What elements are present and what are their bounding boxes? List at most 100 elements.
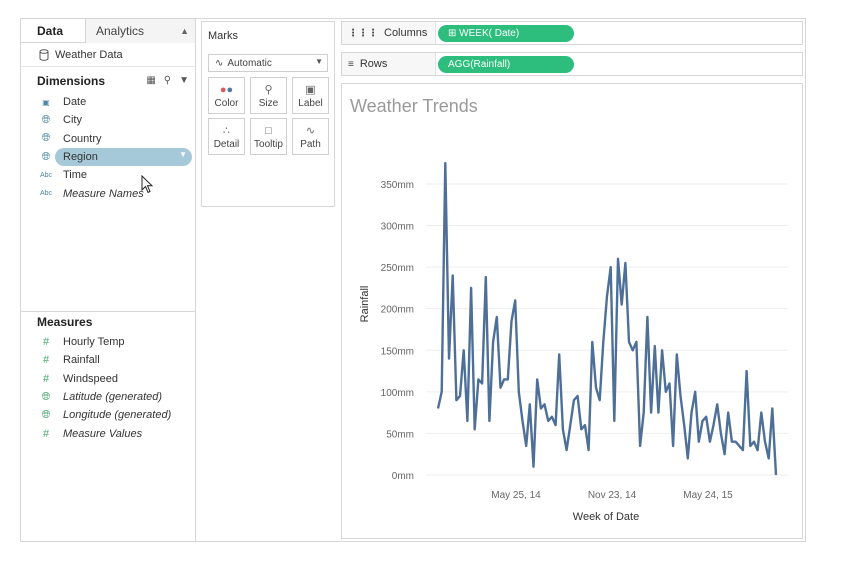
number-icon: # (42, 336, 50, 349)
rows-shelf-label: ≡ Rows (342, 53, 436, 75)
field-label: Time (63, 169, 88, 182)
x-tick-label: May 24, 15 (683, 490, 733, 501)
y-tick-label: 300mm (381, 222, 414, 233)
y-tick-label: 200mm (381, 305, 414, 316)
rows-shelf[interactable]: ≡ Rows AGG(Rainfall) (341, 52, 803, 76)
field-label: Region (63, 151, 98, 164)
columns-pill[interactable]: ⊞ WEEK( Date) (438, 25, 574, 42)
field-label: City (63, 114, 82, 127)
columns-pill-label: WEEK( Date) (459, 28, 520, 39)
dimension-field-date[interactable]: ▣ Date (21, 93, 195, 111)
field-label: Rainfall (63, 354, 100, 367)
detail-icon: ∴ (223, 125, 230, 137)
dimension-field-region[interactable]: 🌐︎ Region ▼ (21, 147, 195, 166)
color-dots-icon: ●● (219, 84, 234, 96)
chevron-down-icon: ▼ (315, 57, 323, 66)
dimensions-tools: ▦ ⚲ ▼ (146, 75, 189, 86)
field-label: Date (63, 96, 87, 109)
rows-pill[interactable]: AGG(Rainfall) (438, 56, 574, 73)
datasource-item[interactable]: Weather Data (21, 43, 195, 67)
x-axis-label: Week of Date (573, 511, 639, 523)
viz-area: Weather Trends 0mm 50mm 100mm 150mm 200mm 250… (341, 83, 803, 539)
dimension-field-time[interactable]: Abc Time (21, 166, 195, 184)
measures-list: # Hourly Temp # Rainfall # Windspeed 🌐︎ … (21, 333, 195, 443)
measure-field-windspeed[interactable]: # Windspeed (21, 370, 195, 388)
columns-label-text: Columns (384, 27, 428, 39)
globe-icon: 🌐︎ (41, 390, 51, 403)
mouse-pointer-icon (141, 175, 154, 194)
x-tick-label: Nov 23, 14 (588, 490, 637, 501)
field-label: Windspeed (63, 372, 119, 385)
number-icon: # (42, 354, 50, 367)
measure-field-latitude[interactable]: 🌐︎ Latitude (generated) (21, 388, 195, 406)
label-label: Label (298, 98, 323, 109)
field-label: Country (63, 132, 102, 145)
string-type-icon: Abc (39, 171, 53, 179)
y-tick-label: 100mm (381, 388, 414, 399)
tooltip-icon: □ (265, 125, 272, 137)
number-icon: # (42, 427, 50, 440)
globe-icon: 🌐︎ (41, 408, 51, 421)
y-tick-label: 150mm (381, 346, 414, 357)
color-label: Color (214, 98, 239, 109)
columns-icon: ⋮⋮⋮ (348, 28, 378, 39)
measure-field-longitude[interactable]: 🌐︎ Longitude (generated) (21, 406, 195, 424)
rows-label-text: Rows (359, 58, 388, 70)
chevron-down-icon[interactable]: ▼ (179, 150, 187, 159)
measure-field-hourly-temp[interactable]: # Hourly Temp (21, 333, 195, 351)
rainfall-series-line (436, 162, 778, 476)
mark-type-dropdown[interactable]: ∿ Automatic ▼ (208, 54, 328, 72)
search-icon[interactable]: ⚲ (164, 75, 171, 86)
data-pane: Data Analytics ▲ Weather Data Dimensions… (21, 19, 196, 541)
menu-caret-icon[interactable]: ▼ (179, 75, 189, 86)
number-icon: # (42, 372, 50, 385)
field-label: Measure Names (63, 187, 144, 200)
color-button[interactable]: ●● Color (208, 77, 245, 114)
y-tick-label: 350mm (381, 180, 414, 191)
label-icon: ▣ (305, 84, 316, 96)
dimensions-header: Dimensions ▦ ⚲ ▼ (21, 69, 195, 93)
database-icon (39, 48, 49, 61)
x-tick-label: May 25, 14 (491, 490, 541, 501)
string-type-icon: Abc (39, 190, 53, 198)
rows-pill-label: AGG(Rainfall) (448, 59, 511, 70)
dimensions-title: Dimensions (37, 74, 106, 88)
line-mark-icon: ∿ (215, 57, 224, 69)
path-button[interactable]: ∿ Path (292, 118, 329, 155)
pane-tabs: Data Analytics ▲ (21, 19, 195, 43)
tab-data[interactable]: Data (21, 19, 86, 43)
size-button[interactable]: ⚲ Size (250, 77, 287, 114)
pane-divider[interactable] (21, 311, 195, 312)
size-icon: ⚲ (264, 84, 273, 96)
marks-card: Marks ∿ Automatic ▼ ●● Color ⚲ Size ▣ La… (201, 21, 335, 207)
measure-field-measure-values[interactable]: # Measure Values (21, 424, 195, 442)
dimension-field-country[interactable]: 🌐︎ Country (21, 130, 195, 148)
field-label: Longitude (generated) (63, 409, 172, 422)
label-button[interactable]: ▣ Label (292, 77, 329, 114)
rows-icon: ≡ (348, 59, 354, 70)
detail-button[interactable]: ∴ Detail (208, 118, 245, 155)
marks-title: Marks (208, 30, 238, 42)
dimension-field-city[interactable]: 🌐︎ City (21, 111, 195, 129)
path-label: Path (300, 139, 321, 150)
tab-switch-icon[interactable]: ▲ (180, 19, 189, 43)
tooltip-button[interactable]: □ Tooltip (250, 118, 287, 155)
expand-icon: ⊞ (448, 28, 457, 39)
field-label: Latitude (generated) (63, 391, 163, 404)
columns-shelf[interactable]: ⋮⋮⋮ Columns ⊞ WEEK( Date) (341, 21, 803, 45)
tab-analytics[interactable]: Analytics ▲ (86, 19, 195, 43)
measure-field-rainfall[interactable]: # Rainfall (21, 351, 195, 369)
field-label: Hourly Temp (63, 336, 125, 349)
path-icon: ∿ (305, 125, 316, 137)
view-grid-icon[interactable]: ▦ (146, 75, 155, 86)
y-tick-label: 50mm (386, 429, 414, 440)
mark-type-label: Automatic (227, 57, 272, 69)
globe-icon: 🌐︎ (41, 150, 51, 163)
detail-label: Detail (213, 139, 240, 150)
globe-icon: 🌐︎ (41, 132, 51, 145)
y-axis-label: Rainfall (359, 286, 371, 323)
y-tick-label: 0mm (392, 471, 414, 482)
y-tick-label: 250mm (381, 263, 414, 274)
datasource-name: Weather Data (55, 48, 123, 61)
dimension-field-measure-names[interactable]: Abc Measure Names (21, 184, 195, 202)
